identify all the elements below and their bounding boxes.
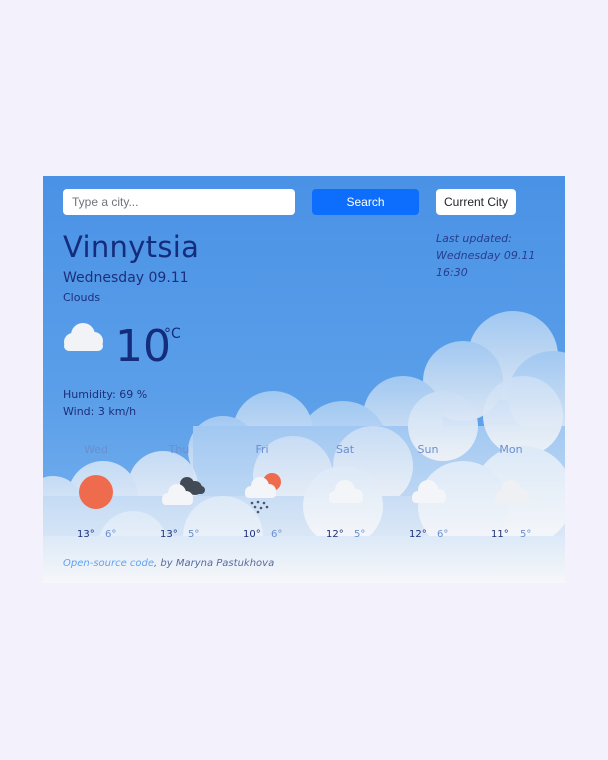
humidity: Humidity: 69 % [63, 388, 148, 401]
broken-clouds-icon [162, 477, 205, 505]
footer: Open-source code, by Maryna Pastukhova [63, 558, 274, 569]
forecast-day-name: Thu [168, 443, 190, 456]
cloud-icon [495, 480, 529, 503]
forecast-day: Mon 11° 5° [469, 441, 553, 551]
weather-card: Search Current City Vinnytsia Wednesday … [43, 176, 565, 583]
forecast-day: Sat 12° 5° [303, 441, 387, 551]
current-date: Wednesday 09.11 [63, 270, 189, 286]
forecast-day: Fri 10° 6° [220, 441, 304, 551]
last-updated: Last updated: Wednesday 09.11 16:30 [436, 230, 546, 281]
forecast-min-temp: 6° [105, 529, 117, 540]
last-updated-date: Wednesday 09.11 [436, 249, 536, 262]
forecast-day-name: Sat [335, 443, 355, 456]
forecast-min-temp: 5° [354, 529, 366, 540]
forecast-day: Wed 13° 6° [54, 441, 138, 551]
last-updated-time: 16:30 [436, 266, 468, 279]
forecast-max-temp: 11° [491, 529, 509, 540]
cloud-icon [412, 480, 446, 503]
forecast-day: Thu 13° 5° [137, 441, 221, 551]
footer-author: , by Maryna Pastukhova [154, 558, 275, 569]
forecast-day: Sun 12° 6° [386, 441, 470, 551]
forecast-day-name: Mon [499, 443, 523, 456]
forecast-min-temp: 6° [271, 529, 283, 540]
cloud-icon [329, 480, 363, 503]
forecast-min-temp: 6° [437, 529, 449, 540]
current-temperature: 10 [115, 321, 171, 372]
forecast-max-temp: 12° [409, 529, 427, 540]
current-city-button[interactable]: Current City [436, 189, 516, 215]
forecast-min-temp: 5° [520, 529, 532, 540]
forecast-max-temp: 13° [77, 529, 95, 540]
sun-icon [79, 475, 113, 509]
city-name: Vinnytsia [63, 230, 200, 264]
search-input[interactable] [63, 189, 295, 215]
open-source-link[interactable]: Open-source code [63, 558, 154, 569]
cloud-icon [64, 323, 103, 351]
forecast-max-temp: 10° [243, 529, 261, 540]
forecast-max-temp: 13° [160, 529, 178, 540]
weather-description: Clouds [63, 291, 101, 304]
last-updated-label: Last updated: [436, 232, 512, 245]
search-button[interactable]: Search [312, 189, 419, 215]
sun-rain-icon [245, 473, 281, 514]
forecast-max-temp: 12° [326, 529, 344, 540]
wind: Wind: 3 km/h [63, 405, 137, 418]
forecast-day-name: Fri [255, 443, 269, 456]
forecast-min-temp: 5° [188, 529, 200, 540]
temperature-unit: °C [164, 326, 181, 342]
forecast-day-name: Wed [84, 443, 108, 456]
forecast-day-name: Sun [417, 443, 439, 456]
forecast: Wed 13° 6° Thu 13° 5° Fri 10° 6° Sat 12°… [43, 441, 565, 551]
